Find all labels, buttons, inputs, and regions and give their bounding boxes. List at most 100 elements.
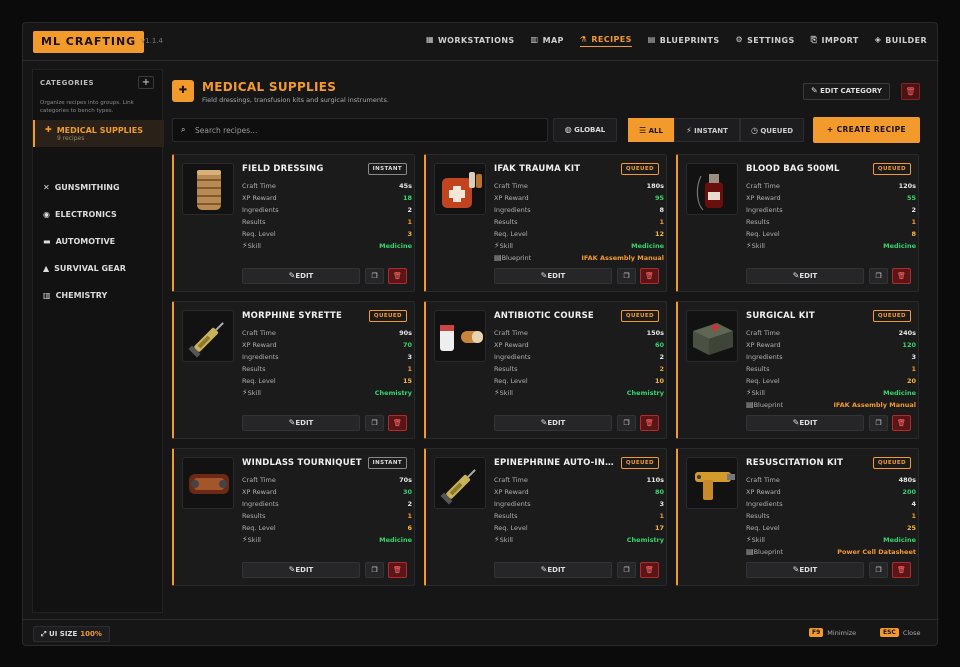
duplicate-recipe-button[interactable]: ❐ (869, 562, 888, 578)
delete-recipe-button[interactable]: 🗑 (640, 268, 659, 284)
delete-recipe-button[interactable]: 🗑 (892, 415, 911, 431)
edit-recipe-button[interactable]: ✎ EDIT (746, 268, 864, 284)
delete-recipe-button[interactable]: 🗑 (388, 562, 407, 578)
duplicate-recipe-button[interactable]: ❐ (869, 415, 888, 431)
edit-recipe-button[interactable]: ✎ EDIT (494, 268, 612, 284)
stat-label-text: Req. Level (746, 230, 780, 238)
ui-size-button[interactable]: ⤢ UI SIZE 100% (33, 626, 110, 642)
recipe-card[interactable]: BLOOD BAG 500ML QUEUED Craft Time 120s XP Re… (676, 154, 919, 292)
delete-category-button[interactable]: 🗑 (901, 83, 920, 100)
stat-label-text: Craft Time (746, 476, 780, 484)
duplicate-recipe-button[interactable]: ❐ (617, 562, 636, 578)
duplicate-recipe-button[interactable]: ❐ (365, 415, 384, 431)
stat-label-text: Results (746, 512, 770, 520)
create-recipe-button[interactable]: + CREATE RECIPE (813, 117, 920, 143)
edit-recipe-button[interactable]: ✎ EDIT (242, 268, 360, 284)
global-button[interactable]: ◍ GLOBAL (553, 118, 617, 142)
recipe-type-badge: INSTANT (367, 163, 407, 175)
sidebar-item-survival-gear[interactable]: ▲ SURVIVAL GEAR (33, 255, 164, 282)
recipe-card[interactable]: ANTIBIOTIC COURSE QUEUED Craft Time 150s XP … (424, 301, 667, 439)
copy-icon: ❐ (623, 272, 630, 280)
edit-recipe-button[interactable]: ✎ EDIT (242, 415, 360, 431)
nav-map[interactable]: ▥ MAP (531, 35, 564, 47)
recipe-type-badge: QUEUED (872, 163, 911, 175)
stat-label: Craft Time (494, 327, 528, 339)
nav-blueprints[interactable]: ▤ BLUEPRINTS (648, 35, 720, 47)
filter-queued[interactable]: ◷ QUEUED (740, 118, 804, 142)
stat-label: Results (494, 363, 517, 375)
recipe-card[interactable]: SURGICAL KIT QUEUED Craft Time 240s XP Rewar… (676, 301, 919, 439)
edit-recipe-button[interactable]: ✎ EDIT (494, 415, 612, 431)
stat-row-ingredients: Ingredients 4 (746, 498, 916, 510)
edit-category-button[interactable]: ✎ EDIT CATEGORY (803, 83, 890, 100)
sidebar-item-chemistry[interactable]: ▥ CHEMISTRY (33, 282, 164, 309)
nav-builder[interactable]: ◈ BUILDER (875, 35, 927, 47)
recipe-card[interactable]: IFAK TRAUMA KIT QUEUED Craft Time 180s XP Re… (424, 154, 667, 292)
stat-label: XP Reward (494, 486, 529, 498)
nav-workstations[interactable]: ▦ WORKSTATIONS (426, 35, 515, 47)
stat-label-text: Skill (751, 389, 765, 397)
recipe-card[interactable]: RESUSCITATION KIT QUEUED Craft Time 480s XP … (676, 448, 919, 586)
delete-recipe-button[interactable]: 🗑 (388, 268, 407, 284)
sidebar-item-automotive[interactable]: ▬ AUTOMOTIVE (33, 228, 164, 255)
search-input[interactable] (195, 123, 535, 137)
duplicate-recipe-button[interactable]: ❐ (365, 562, 384, 578)
stat-label: Results (746, 363, 769, 375)
sidebar-item-medical-supplies[interactable]: ✚ MEDICAL SUPPLIES 9 recipes (33, 120, 164, 147)
delete-recipe-button[interactable]: 🗑 (388, 415, 407, 431)
recipe-stats: Craft Time 110s XP Reward 80 Ingredients 3 Res… (494, 474, 664, 546)
add-category-button[interactable]: + (138, 76, 154, 89)
stat-value: 1 (911, 365, 916, 373)
nav-settings[interactable]: ⚙ SETTINGS (736, 35, 795, 47)
recipe-card[interactable]: MORPHINE SYRETTE QUEUED Craft Time 90s XP Re… (172, 301, 415, 439)
stat-label: Craft Time (746, 474, 780, 486)
stat-label-text: Blueprint (501, 254, 532, 262)
nav-recipes[interactable]: ⚗ RECIPES (579, 35, 632, 47)
stat-label: Ingredients (746, 498, 783, 510)
app-window: ML CRAFTING v1.1.4 ▦ WORKSTATIONS ▥ MAP ⚗ REC… (22, 22, 939, 646)
stat-row-xp: XP Reward 95 (494, 192, 664, 204)
clock-icon: ◷ (750, 126, 758, 135)
nav-import[interactable]: ⎘ IMPORT (811, 35, 859, 47)
duplicate-recipe-button[interactable]: ❐ (869, 268, 888, 284)
lab-icon: ▥ (43, 290, 51, 300)
version-label: v1.1.4 (141, 37, 163, 45)
edit-recipe-button[interactable]: ✎ EDIT (746, 562, 864, 578)
edit-recipe-button[interactable]: ✎ EDIT (242, 562, 360, 578)
edit-recipe-button[interactable]: ✎ EDIT (494, 562, 612, 578)
stat-row-xp: XP Reward 18 (242, 192, 412, 204)
sidebar-item-electronics[interactable]: ◉ ELECTRONICS (33, 201, 164, 228)
delete-recipe-button[interactable]: 🗑 (640, 562, 659, 578)
delete-recipe-button[interactable]: 🗑 (892, 562, 911, 578)
stat-row-xp: XP Reward 80 (494, 486, 664, 498)
sidebar-item-row: ▬ AUTOMOTIVE (43, 237, 164, 246)
duplicate-recipe-button[interactable]: ❐ (365, 268, 384, 284)
close-hint[interactable]: ESC Close (880, 628, 921, 637)
brand-logo[interactable]: ML CRAFTING (33, 31, 145, 53)
copy-icon: ❐ (623, 419, 630, 427)
stat-value: 2 (659, 365, 664, 373)
recipe-title: SURGICAL KIT (746, 311, 815, 321)
file-import-icon: ⎘ (810, 35, 818, 44)
stat-label: Craft Time (242, 327, 276, 339)
stat-row-ingredients: Ingredients 8 (494, 204, 664, 216)
stat-label: Req. Level (746, 375, 780, 387)
duplicate-recipe-button[interactable]: ❐ (617, 415, 636, 431)
edit-recipe-button[interactable]: ✎ EDIT (746, 415, 864, 431)
stat-label-text: Craft Time (494, 182, 528, 190)
minimize-hint[interactable]: F9 Minimize (809, 628, 856, 637)
delete-recipe-button[interactable]: 🗑 (640, 415, 659, 431)
stat-value: Medicine (883, 389, 916, 397)
ui-size-label: UI SIZE (49, 630, 78, 638)
sidebar-item-gunsmithing[interactable]: ✕ GUNSMITHING (33, 174, 164, 201)
sidebar-item-label: SURVIVAL GEAR (54, 264, 126, 273)
filter-instant[interactable]: ⚡ INSTANT (674, 118, 740, 142)
filter-all[interactable]: ☰ ALL (628, 118, 674, 142)
recipe-card[interactable]: WINDLASS TOURNIQUET INSTANT Craft Time 70s X… (172, 448, 415, 586)
delete-recipe-button[interactable]: 🗑 (892, 268, 911, 284)
recipe-card[interactable]: FIELD DRESSING INSTANT Craft Time 45s XP Rew… (172, 154, 415, 292)
recipe-title: RESUSCITATION KIT (746, 458, 844, 468)
stat-label: Craft Time (494, 180, 528, 192)
duplicate-recipe-button[interactable]: ❐ (617, 268, 636, 284)
recipe-card[interactable]: EPINEPHRINE AUTO-INJECTOR QUEUED Craft Tim… (424, 448, 667, 586)
